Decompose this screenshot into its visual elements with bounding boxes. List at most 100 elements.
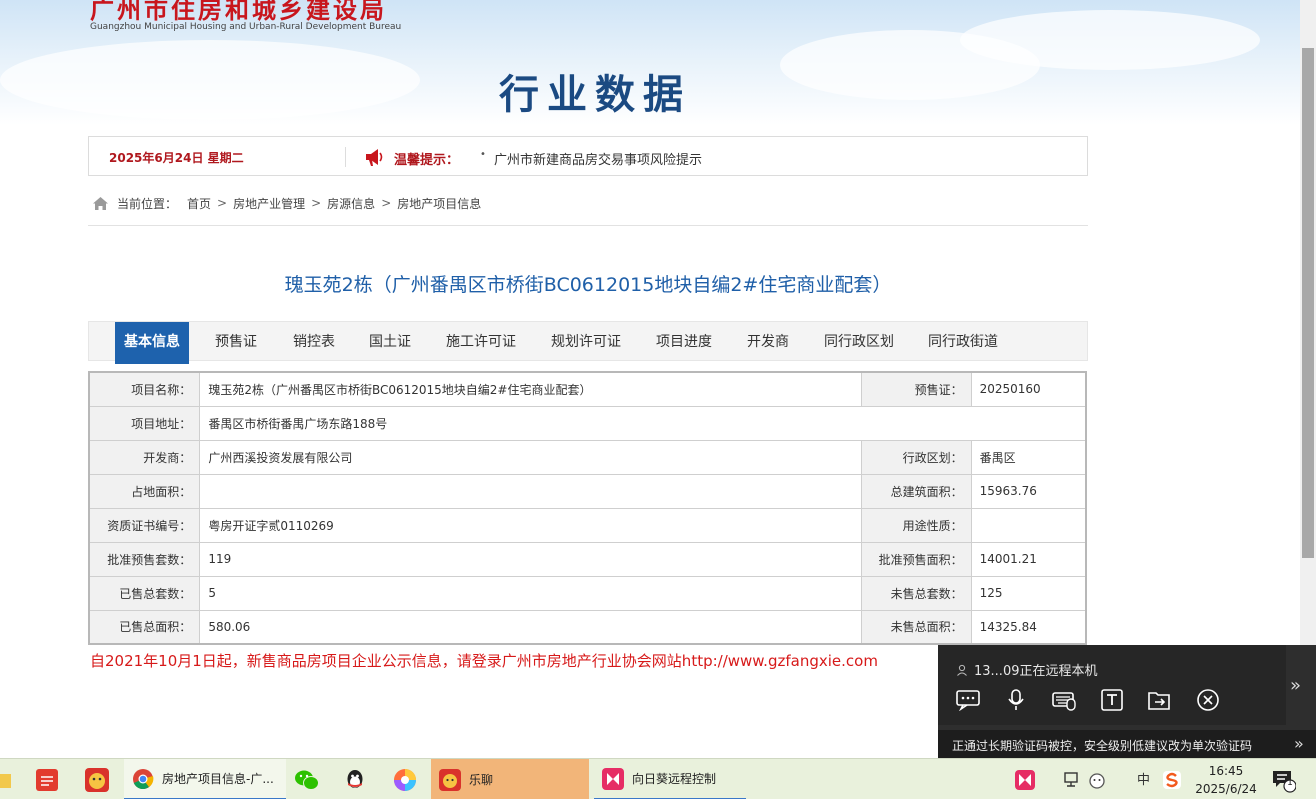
breadcrumb-home[interactable]: 首页 bbox=[187, 195, 211, 212]
notice-bullet: • bbox=[480, 149, 486, 160]
cert-number-label: 资质证书编号： bbox=[88, 507, 201, 543]
tray-sunlogin-icon[interactable] bbox=[1010, 765, 1040, 795]
presale-cert-value: 20250160 bbox=[970, 371, 1087, 407]
tab-same-district[interactable]: 同行政区划 bbox=[817, 322, 901, 362]
breadcrumb: 当前位置： 首页 > 房地产业管理 > 房源信息 > 房地产项目信息 bbox=[92, 194, 481, 212]
unsold-units-label: 未售总套数： bbox=[860, 575, 972, 611]
tab-bar: 基本信息 预售证 销控表 国土证 施工许可证 规划许可证 项目进度 开发商 同行… bbox=[88, 321, 1088, 364]
text-tool-icon[interactable] bbox=[1098, 687, 1126, 713]
breadcrumb-divider bbox=[88, 225, 1088, 226]
system-clock[interactable]: 16:45 2025/6/24 bbox=[1194, 762, 1258, 798]
cert-number-value: 粤房开证字贰0110269 bbox=[199, 507, 862, 543]
file-transfer-icon[interactable] bbox=[1146, 687, 1174, 713]
presale-cert-label: 预售证： bbox=[860, 371, 972, 407]
table-row: 批准预售套数： 119 批准预售面积： 14001.21 bbox=[88, 541, 1087, 577]
microphone-icon[interactable] bbox=[1002, 687, 1030, 713]
close-session-icon[interactable] bbox=[1194, 687, 1222, 713]
keyboard-mouse-icon[interactable] bbox=[1050, 687, 1078, 713]
lechat-app-icon[interactable] bbox=[82, 765, 112, 795]
remote-session-status: 13...09正在远程本机 bbox=[956, 660, 1097, 679]
tab-presale-cert[interactable]: 预售证 bbox=[201, 322, 271, 362]
chrome-icon bbox=[132, 768, 154, 790]
clock-date: 2025/6/24 bbox=[1195, 782, 1257, 796]
notice-link[interactable]: 广州市新建商品房交易事项风险提示 bbox=[494, 149, 702, 168]
tab-project-progress[interactable]: 项目进度 bbox=[647, 322, 721, 362]
breadcrumb-separator: > bbox=[217, 196, 228, 210]
breadcrumb-real-estate-management[interactable]: 房地产业管理 bbox=[233, 195, 305, 212]
home-icon bbox=[92, 196, 109, 211]
breadcrumb-project-info[interactable]: 房地产项目信息 bbox=[397, 195, 481, 212]
tab-land-cert[interactable]: 国土证 bbox=[355, 322, 425, 362]
sold-area-label: 已售总面积： bbox=[88, 609, 201, 645]
remote-user-text: 13...09正在远程本机 bbox=[974, 664, 1098, 679]
breadcrumb-housing-info[interactable]: 房源信息 bbox=[327, 195, 375, 212]
land-area-value bbox=[199, 473, 862, 509]
table-row: 项目地址： 番禺区市桥街番禺广场东路188号 bbox=[88, 405, 1087, 441]
scrollbar-thumb[interactable] bbox=[1302, 48, 1314, 558]
breadcrumb-separator: > bbox=[381, 196, 392, 210]
usage-value bbox=[970, 507, 1087, 543]
security-warning-bar: 正通过长期验证码被控，安全级别低建议改为单次验证码 » bbox=[938, 730, 1316, 758]
notice-divider bbox=[345, 147, 346, 167]
project-info-table: 项目名称： 瑰玉苑2栋（广州番禺区市桥街BC0612015地块自编2#住宅商业配… bbox=[88, 371, 1087, 645]
app-red-icon[interactable] bbox=[32, 765, 62, 795]
taskbar-remote-label: 向日葵远程控制 bbox=[632, 772, 717, 786]
current-date: 2025年6月24日 星期二 bbox=[109, 151, 244, 165]
usage-label: 用途性质： bbox=[860, 507, 972, 543]
approved-units-value: 119 bbox=[199, 541, 862, 577]
notice-bar: 2025年6月24日 星期二 温馨提示： • 广州市新建商品房交易事项风险提示 bbox=[88, 136, 1088, 176]
project-address-value: 番禺区市桥街番禺广场东路188号 bbox=[199, 405, 1087, 441]
breadcrumb-prefix: 当前位置： bbox=[117, 196, 178, 211]
project-name-value: 瑰玉苑2栋（广州番禺区市桥街BC0612015地块自编2#住宅商业配套） bbox=[199, 371, 862, 407]
tab-planning-permit[interactable]: 规划许可证 bbox=[544, 322, 628, 362]
sold-units-value: 5 bbox=[199, 575, 862, 611]
table-row: 已售总套数： 5 未售总套数： 125 bbox=[88, 575, 1087, 611]
security-warning-expand-button[interactable]: » bbox=[1294, 734, 1304, 753]
taskbar-browser-label: 房地产项目信息-广... bbox=[162, 772, 274, 786]
tab-developer[interactable]: 开发商 bbox=[737, 322, 799, 362]
user-icon bbox=[956, 664, 968, 676]
banner-cloud bbox=[960, 10, 1260, 70]
megaphone-icon bbox=[363, 146, 385, 168]
table-row: 已售总面积： 580.06 未售总面积： 14325.84 bbox=[88, 609, 1087, 645]
developer-value: 广州西溪投资发展有限公司 bbox=[199, 439, 862, 475]
taskbar-lechat-window[interactable]: 乐聊 bbox=[431, 759, 589, 799]
site-logo-subtitle: Guangzhou Municipal Housing and Urban-Ru… bbox=[90, 22, 402, 32]
folder-icon[interactable] bbox=[0, 765, 16, 795]
windows-taskbar: 房地产项目信息-广... 乐聊 向日葵远程控制 中 16:45 2025/6/2… bbox=[0, 758, 1316, 799]
remote-control-popup: 13...09正在远程本机 » 正通过长期验证码被控，安全级别低建议改为单次验证… bbox=[938, 645, 1316, 758]
taskbar-remote-control-window[interactable]: 向日葵远程控制 bbox=[594, 759, 746, 799]
tab-same-street[interactable]: 同行政街道 bbox=[921, 322, 1005, 362]
table-row: 占地面积： 总建筑面积： 15963.76 bbox=[88, 473, 1087, 509]
unsold-area-label: 未售总面积： bbox=[860, 609, 972, 645]
breadcrumb-separator: > bbox=[311, 196, 322, 210]
project-address-label: 项目地址： bbox=[88, 405, 201, 441]
unsold-area-value: 14325.84 bbox=[970, 609, 1087, 645]
district-value: 番禺区 bbox=[970, 439, 1087, 475]
project-name-label: 项目名称： bbox=[88, 371, 201, 407]
total-build-area-label: 总建筑面积： bbox=[860, 473, 972, 509]
taskbar-lechat-label: 乐聊 bbox=[469, 773, 494, 787]
sunlogin-icon bbox=[602, 767, 624, 790]
total-build-area-value: 15963.76 bbox=[970, 473, 1087, 509]
security-warning-text[interactable]: 正通过长期验证码被控，安全级别低建议改为单次验证码 bbox=[952, 737, 1252, 754]
sogou-input-icon[interactable] bbox=[1157, 765, 1187, 795]
tab-basic-info[interactable]: 基本信息 bbox=[115, 322, 189, 364]
sold-area-value: 580.06 bbox=[199, 609, 862, 645]
chat-icon[interactable] bbox=[954, 687, 982, 713]
sold-units-label: 已售总套数： bbox=[88, 575, 201, 611]
tab-construction-permit[interactable]: 施工许可证 bbox=[439, 322, 523, 362]
expand-toolbar-button[interactable]: » bbox=[1290, 675, 1301, 696]
taskbar-browser-window[interactable]: 房地产项目信息-广... bbox=[124, 759, 286, 799]
land-area-label: 占地面积： bbox=[88, 473, 201, 509]
tab-sales-control[interactable]: 销控表 bbox=[279, 322, 349, 362]
ime-indicator[interactable]: 中 bbox=[1137, 769, 1150, 788]
unsold-units-value: 125 bbox=[970, 575, 1087, 611]
notice-label: 温馨提示： bbox=[394, 153, 460, 168]
browser-colorful-icon[interactable] bbox=[390, 765, 420, 795]
table-row: 资质证书编号： 粤房开证字贰0110269 用途性质： bbox=[88, 507, 1087, 543]
approved-area-label: 批准预售面积： bbox=[860, 541, 972, 577]
tray-app-icon[interactable] bbox=[1082, 765, 1112, 795]
qq-icon[interactable] bbox=[340, 765, 370, 795]
wechat-icon[interactable] bbox=[292, 765, 322, 795]
